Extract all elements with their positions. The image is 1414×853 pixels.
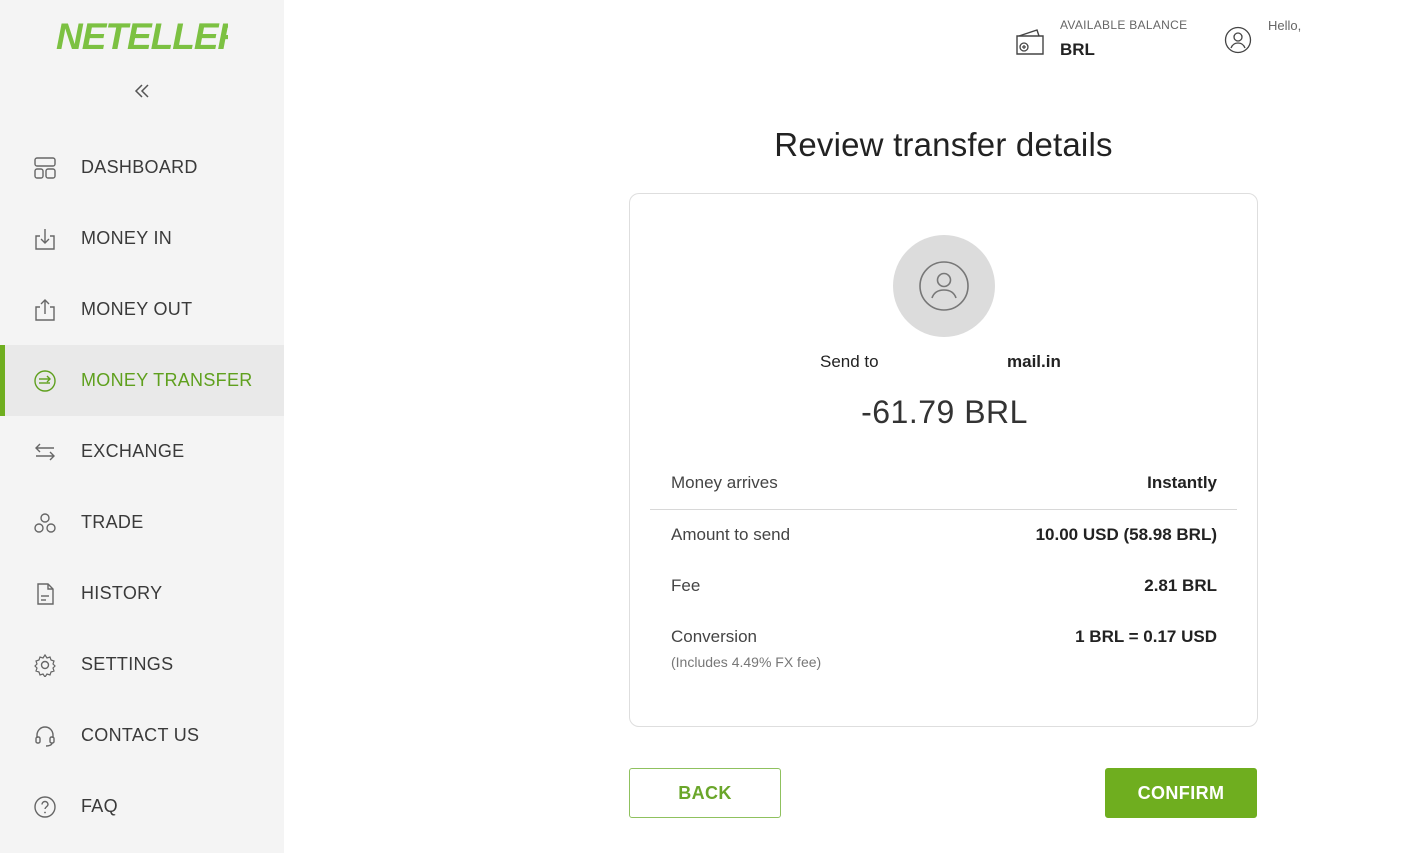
wallet-icon[interactable] <box>1014 28 1046 56</box>
dashboard-icon <box>32 155 58 181</box>
sidebar-item-label: FAQ <box>81 796 118 816</box>
sidebar-item-label: DASHBOARD <box>81 157 198 177</box>
sidebar-item-money-in[interactable]: MONEY IN <box>0 203 284 274</box>
greeting: Hello, <box>1268 18 1302 33</box>
sidebar-item-money-transfer[interactable]: MONEY TRANSFER <box>0 345 284 416</box>
sidebar-nav: DASHBOARD MONEY IN MONEY OUT MONEY TRANS… <box>0 132 284 842</box>
sidebar-item-trade[interactable]: TRADE <box>0 487 284 558</box>
detail-value: 10.00 USD (58.98 BRL) <box>1035 525 1217 544</box>
recipient-email: mail.in <box>1007 352 1061 371</box>
fx-fee-note: (Includes 4.49% FX fee) <box>671 654 822 670</box>
money-in-icon <box>32 226 58 252</box>
sidebar-item-contact-us[interactable]: CONTACT US <box>0 700 284 771</box>
confirm-button[interactable]: CONFIRM <box>1105 768 1257 818</box>
user-account-icon[interactable] <box>1224 26 1252 54</box>
detail-key: Fee <box>671 576 701 595</box>
balance-label: AVAILABLE BALANCE <box>1060 18 1188 32</box>
money-out-icon <box>32 297 58 323</box>
sidebar-item-money-out[interactable]: MONEY OUT <box>0 274 284 345</box>
sidebar-item-label: MONEY IN <box>81 228 173 248</box>
sidebar-item-label: CONTACT US <box>81 725 200 745</box>
detail-value: Instantly <box>1147 473 1217 492</box>
detail-key: Amount to send <box>671 525 791 544</box>
sidebar-item-faq[interactable]: FAQ <box>0 771 284 842</box>
sidebar-item-settings[interactable]: SETTINGS <box>0 629 284 700</box>
transfer-total: -61.79 BRL <box>861 394 1028 430</box>
sidebar-item-history[interactable]: HISTORY <box>0 558 284 629</box>
sidebar-item-label: HISTORY <box>81 583 163 603</box>
sidebar-item-label: TRADE <box>81 512 144 532</box>
sidebar-item-label: MONEY TRANSFER <box>81 370 253 390</box>
sidebar-item-dashboard[interactable]: DASHBOARD <box>0 132 284 203</box>
detail-key: Conversion <box>671 627 757 646</box>
history-icon <box>32 581 58 607</box>
sidebar-item-label: EXCHANGE <box>81 441 185 461</box>
sidebar-item-exchange[interactable]: EXCHANGE <box>0 416 284 487</box>
trade-icon <box>32 510 58 536</box>
detail-key: Money arrives <box>671 473 778 492</box>
exchange-icon <box>32 439 58 465</box>
sidebar-item-label: SETTINGS <box>81 654 174 674</box>
neteller-logo[interactable]: NETELLER <box>56 16 246 57</box>
divider <box>650 509 1237 510</box>
detail-value: 1 BRL = 0.17 USD <box>1075 627 1217 646</box>
gear-icon <box>32 652 58 678</box>
double-chevron-left-icon <box>134 84 149 98</box>
sidebar-item-label: MONEY OUT <box>81 299 193 319</box>
svg-text:NETELLER: NETELLER <box>56 16 228 56</box>
send-to-label: Send to <box>820 352 879 371</box>
detail-value: 2.81 BRL <box>1144 576 1217 595</box>
headset-icon <box>32 723 58 749</box>
recipient-avatar <box>893 235 995 337</box>
page-title: Review transfer details <box>774 126 1113 163</box>
transfer-details-card: Send to mail.in -61.79 BRL Money arrives… <box>629 193 1258 727</box>
money-transfer-icon <box>32 368 58 394</box>
back-button[interactable]: BACK <box>629 768 781 818</box>
question-icon <box>32 794 58 820</box>
user-icon <box>919 261 969 311</box>
balance-value: BRL <box>1060 40 1095 59</box>
sidebar: NETELLER DASHBOARD MONEY IN MONEY OUT MO… <box>0 0 284 853</box>
collapse-sidebar-button[interactable] <box>128 78 156 104</box>
